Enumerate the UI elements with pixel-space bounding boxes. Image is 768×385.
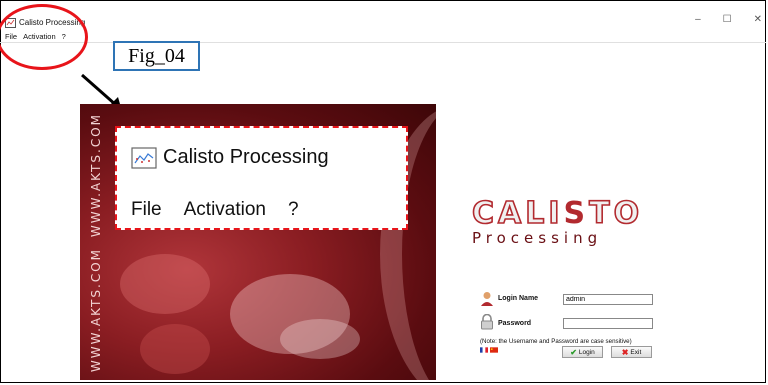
login-name-input[interactable]: [563, 294, 653, 305]
password-label: Password: [498, 320, 532, 327]
minimize-button[interactable]: –: [695, 14, 701, 25]
zoom-menu-bar: File Activation ?: [131, 199, 299, 221]
zoomed-callout: Calisto Processing File Activation ?: [115, 126, 408, 230]
user-icon: [481, 292, 493, 306]
zoom-title-row: Calisto Processing: [131, 146, 329, 169]
brand-name-accent: S: [563, 196, 590, 231]
splash-side-text: WWW.AKTS.COM WWW.AKTS.COM: [84, 108, 108, 378]
close-button[interactable]: ✕: [754, 14, 762, 25]
maximize-button[interactable]: ☐: [723, 14, 732, 25]
flag-fr-icon[interactable]: [480, 347, 488, 353]
x-icon: ✖: [621, 347, 629, 357]
check-icon: ✔: [570, 347, 577, 357]
lock-icon: [481, 314, 493, 330]
language-flags: [480, 347, 498, 353]
splash-blob: [140, 324, 210, 374]
splash-blob: [120, 254, 210, 314]
password-input[interactable]: [563, 318, 653, 329]
brand-subtitle: Processing: [472, 229, 603, 247]
brand-name-post: TO: [588, 195, 644, 232]
flag-cn-icon[interactable]: [490, 347, 498, 353]
zoom-menu-activation: Activation: [183, 199, 266, 220]
splash-blob: [280, 319, 360, 359]
zoom-menu-file: File: [131, 199, 162, 220]
window-controls: – ☐ ✕: [695, 14, 762, 25]
login-button[interactable]: ✔ Login: [562, 346, 603, 358]
zoom-title: Calisto Processing: [163, 146, 329, 168]
brand-logo: CALISTO: [471, 195, 644, 232]
exit-button[interactable]: ✖ Exit: [611, 346, 652, 358]
side-url-top: WWW.AKTS.COM: [89, 113, 103, 238]
login-name-label: Login Name: [498, 295, 539, 302]
figure-label: Fig_04: [113, 41, 200, 71]
case-sensitive-note: (Note: the Username and Password are cas…: [480, 338, 632, 345]
zoom-menu-help: ?: [288, 199, 299, 220]
app-chart-icon: [131, 146, 157, 169]
highlight-circle: [0, 4, 88, 70]
brand-name-pre: CALI: [471, 195, 564, 232]
side-url-bottom: WWW.AKTS.COM: [89, 248, 103, 373]
